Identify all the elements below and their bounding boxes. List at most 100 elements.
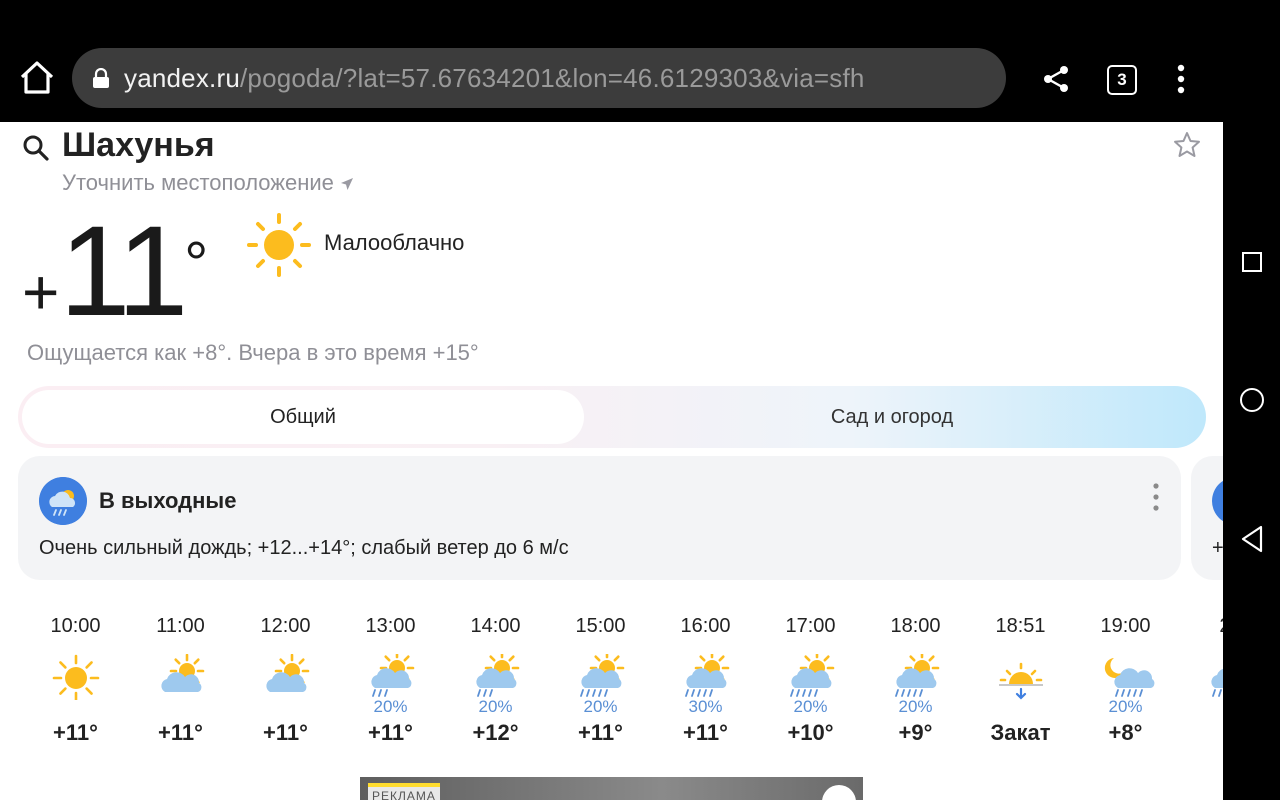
hourly-item: 18:51 Закат <box>968 612 1073 746</box>
next-card-text: + <box>1212 537 1223 559</box>
sun-icon <box>52 654 99 702</box>
hour-value: +11° <box>53 720 98 745</box>
card-more-icon[interactable] <box>1151 482 1161 512</box>
browser-toolbar: yandex.ru/pogoda/?lat=57.67634201&lon=46… <box>0 0 1280 122</box>
hour-weather-icon: 20% <box>361 650 421 716</box>
light-rain-sun-icon <box>475 650 519 697</box>
ad-menu-button[interactable] <box>822 785 856 800</box>
card-description: Очень сильный дождь; +12...+14°; слабый … <box>39 537 569 559</box>
home-icon[interactable] <box>18 58 56 98</box>
current-temperature: +11° <box>22 202 208 342</box>
address-bar[interactable]: yandex.ru/pogoda/?lat=57.67634201&lon=46… <box>72 48 1006 108</box>
hour-time: 18:51 <box>995 615 1046 637</box>
precip-probability: 30% <box>688 697 723 716</box>
hour-weather-icon <box>256 653 316 706</box>
hourly-item: 15:00 20% +11° <box>548 612 653 746</box>
sunset-icon <box>998 662 1043 700</box>
rain-sun-icon <box>789 650 834 697</box>
tab-general[interactable]: Общий <box>22 390 584 444</box>
lock-icon <box>93 68 109 88</box>
url-text: yandex.ru/pogoda/?lat=57.67634201&lon=46… <box>124 63 865 94</box>
hour-weather-icon <box>991 654 1051 706</box>
hour-time: 17:00 <box>785 615 836 637</box>
hour-time: 20 <box>1178 612 1223 640</box>
url-path: /pogoda/?lat=57.67634201&lon=46.6129303&… <box>239 62 865 93</box>
precip-probability: 20% <box>478 697 513 716</box>
rain-sun-icon <box>579 650 624 697</box>
hour-value: +8° <box>1108 720 1143 745</box>
rain-moon-icon <box>1104 658 1154 697</box>
card-title: В выходные <box>99 488 237 513</box>
hour-time: 16:00 <box>680 615 731 637</box>
home-system-icon[interactable] <box>1240 388 1264 412</box>
favorite-star-icon[interactable] <box>1172 130 1202 160</box>
hour-weather-icon <box>151 653 211 706</box>
refine-location-label: Уточнить местоположение <box>62 170 334 195</box>
hour-time: 15:00 <box>575 615 626 637</box>
tab-switcher-button[interactable]: 3 <box>1107 65 1137 95</box>
hour-value: +11° <box>158 720 203 745</box>
hour-weather-icon: 20% <box>571 650 631 716</box>
temp-sign: + <box>22 256 60 328</box>
condition-text: Малооблачно <box>324 230 465 255</box>
search-icon[interactable] <box>22 134 50 162</box>
hour-value: +9° <box>898 720 933 745</box>
rain-sun-icon <box>684 650 729 697</box>
hour-weather-icon: 20% <box>781 650 841 716</box>
hourly-item: 10:00 +11° <box>23 612 128 746</box>
hour-time: 19:00 <box>1100 615 1151 637</box>
hourly-item: 13:00 20% +11° <box>338 612 443 746</box>
forecast-mode-switch: Общий Сад и огород <box>18 386 1206 448</box>
hour-weather-icon: 30% <box>676 650 736 716</box>
hour-value: +11° <box>263 720 308 745</box>
precip-probability: 20% <box>1108 697 1143 716</box>
hour-time: 14:00 <box>470 615 521 637</box>
light-rain-sun-icon <box>370 650 414 697</box>
url-host: yandex.ru <box>124 62 240 93</box>
hour-time: 18:00 <box>890 615 941 637</box>
weekend-alert-card[interactable]: В выходные Очень сильный дождь; +12...+1… <box>18 456 1181 580</box>
rain-cloud-badge-icon <box>39 477 87 525</box>
hourly-item: 11:00 +11° <box>128 612 233 746</box>
share-icon[interactable] <box>1042 64 1070 94</box>
hour-value: +11° <box>578 720 623 745</box>
advertisement-banner[interactable]: РЕКЛАМА <box>360 777 863 800</box>
hour-value: +11° <box>683 720 728 745</box>
precip-probability: 2 <box>1201 697 1224 717</box>
hour-value: +12° <box>472 720 519 745</box>
hourly-item: 19:00 20% +8° <box>1073 612 1178 746</box>
tab-garden[interactable]: Сад и огород <box>612 390 1172 444</box>
back-icon[interactable] <box>1240 524 1264 554</box>
precip-probability: 20% <box>373 697 408 716</box>
temp-value: 11 <box>59 200 188 343</box>
hour-time: 11:00 <box>156 615 205 637</box>
hour-time: 10:00 <box>50 615 101 637</box>
feels-like-text: Ощущается как +8°. Вчера в это время +15… <box>27 340 479 365</box>
temp-degree: ° <box>184 230 209 297</box>
hourly-item: 14:00 20% +12° <box>443 612 548 746</box>
hourly-item: 20 2 + <box>1178 612 1223 746</box>
precip-probability: 20% <box>583 697 618 716</box>
hourly-item: 18:00 20% +9° <box>863 612 968 746</box>
recents-icon[interactable] <box>1242 252 1262 272</box>
hour-weather-icon: 20% <box>1096 654 1156 716</box>
hour-weather-icon <box>46 654 106 706</box>
hourly-item: 12:00 +11° <box>233 612 338 746</box>
hourly-forecast[interactable]: 10:00 +11° 11:00 +11° 12:00 +11° 13:00 20% +11° 1… <box>0 612 1223 762</box>
rain-cloud-icon <box>1210 668 1223 697</box>
next-alert-card[interactable]: + <box>1191 456 1223 580</box>
city-title[interactable]: Шахунья <box>62 126 215 165</box>
overflow-menu-icon[interactable] <box>1170 64 1192 94</box>
hour-time: 13:00 <box>365 615 416 637</box>
refine-location-link[interactable]: Уточнить местоположение <box>62 170 354 196</box>
hour-value: Закат <box>990 720 1051 745</box>
hour-weather-icon: 20% <box>466 650 526 716</box>
next-card-icon <box>1212 477 1223 525</box>
partly-cloudy-icon <box>160 653 204 692</box>
hourly-item: 16:00 30% +11° <box>653 612 758 746</box>
hour-value: + <box>1178 720 1223 746</box>
partly-cloudy-icon <box>265 653 309 692</box>
hour-weather-icon: 20% <box>886 650 946 716</box>
system-navigation-bar <box>1223 122 1280 800</box>
hour-time: 12:00 <box>260 615 311 637</box>
